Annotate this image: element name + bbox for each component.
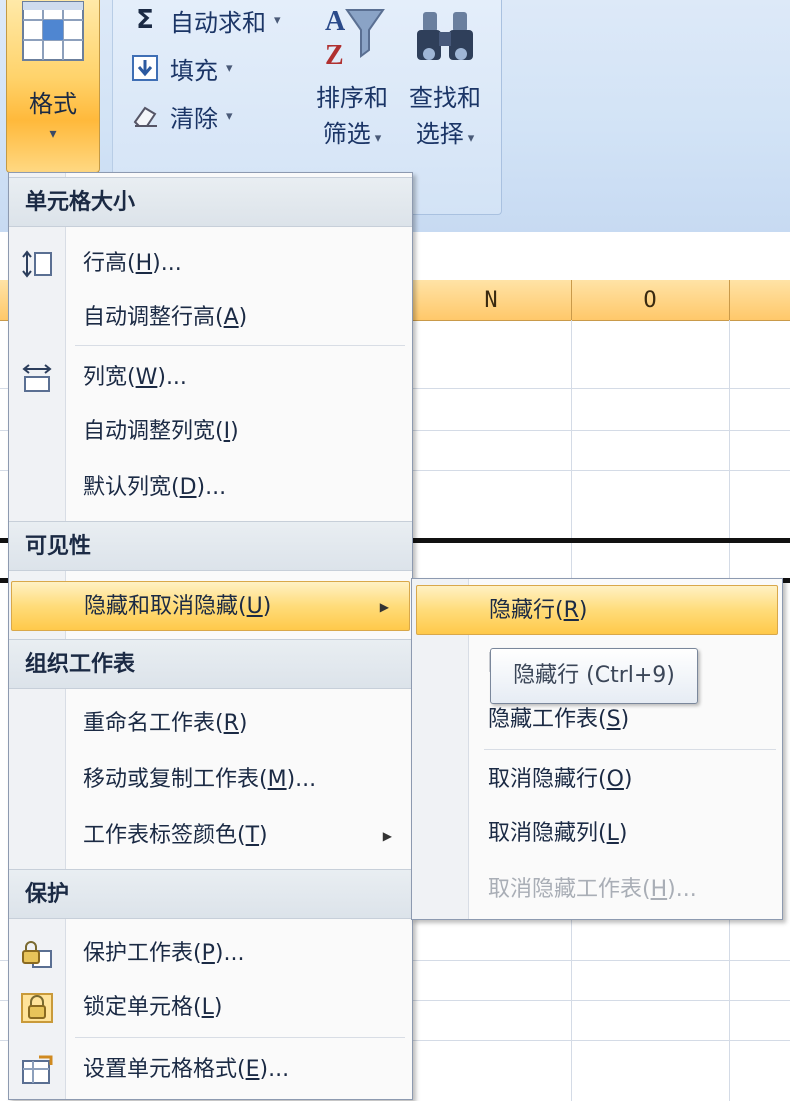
column-width-icon (22, 364, 52, 392)
menu-separator (75, 345, 405, 346)
menu-item-label: 锁定单元格(L) (83, 995, 223, 1020)
menu-item-lock-cell[interactable]: 锁定单元格(L) (9, 983, 412, 1033)
menu-item-label: 重命名工作表(R) (83, 711, 248, 736)
autosum-label: 自动求和 (170, 8, 266, 37)
submenu-item-unhide-sheet: 取消隐藏工作表(H)... (412, 865, 782, 915)
section-cell-size: 单元格大小 (9, 177, 412, 227)
menu-item-label: 保护工作表(P)... (83, 941, 245, 966)
menu-item-label: 行高(H)... (83, 251, 182, 276)
protect-sheet-icon (22, 941, 52, 968)
hide-unhide-submenu: 隐藏行(R) 隐 隐藏工作表(S) 取消隐藏行(O) 取消隐藏列(L) 取消隐藏… (411, 578, 783, 920)
submenu-arrow-icon: ▶ (379, 600, 389, 614)
submenu-arrow-icon: ▶ (382, 829, 392, 843)
menu-item-label: 隐藏行(R) (489, 598, 588, 623)
tooltip: 隐藏行 (Ctrl+9) (490, 648, 698, 704)
column-header-o[interactable]: O (571, 280, 730, 320)
format-cells-icon (22, 1, 84, 61)
lock-icon (21, 993, 53, 1023)
menu-item-label: 列宽(W)... (83, 365, 187, 390)
menu-item-label: 自动调整列宽(I) (83, 419, 239, 444)
menu-item-column-width[interactable]: 列宽(W)... (9, 353, 412, 403)
menu-item-label: 自动调整行高(A) (83, 305, 248, 330)
menu-item-protect-sheet[interactable]: 保护工作表(P)... (9, 929, 412, 979)
chevron-down-icon: ▾ (226, 60, 233, 76)
fill-button[interactable]: 填充 ▾ (130, 50, 233, 86)
eraser-icon (130, 104, 160, 128)
chevron-down-icon: ▾ (274, 12, 281, 28)
sort-filter-line1: 排序和 (316, 84, 388, 112)
menu-item-label: 取消隐藏工作表(H)... (488, 877, 697, 902)
menu-separator (75, 1037, 405, 1038)
chevron-down-icon: ▾ (374, 131, 382, 146)
binoculars-icon (417, 12, 473, 60)
menu-item-row-height[interactable]: 行高(H)... (9, 239, 412, 289)
chevron-down-icon: ▾ (49, 126, 57, 142)
menu-item-autofit-row-height[interactable]: 自动调整行高(A) (9, 293, 412, 343)
menu-item-label: 工作表标签颜色(T) (83, 823, 268, 848)
menu-item-label: 隐藏和取消隐藏(U) (84, 594, 272, 619)
menu-item-label: 取消隐藏行(O) (488, 767, 633, 792)
menu-item-default-width[interactable]: 默认列宽(D)... (9, 463, 412, 513)
find-select-line1: 查找和 (409, 84, 481, 112)
format-button-label: 格式 (29, 90, 77, 118)
menu-item-rename-sheet[interactable]: 重命名工作表(R) (9, 699, 412, 749)
menu-item-move-copy-sheet[interactable]: 移动或复制工作表(M)... (9, 755, 412, 805)
sigma-icon: Σ (136, 5, 154, 35)
menu-item-autofit-column-width[interactable]: 自动调整列宽(I) (9, 407, 412, 457)
sort-filter-icon: A Z (325, 6, 385, 68)
submenu-item-hide-rows[interactable]: 隐藏行(R) (416, 585, 778, 635)
column-header-n[interactable]: N (411, 280, 572, 320)
submenu-item-unhide-rows[interactable]: 取消隐藏行(O) (412, 755, 782, 805)
fill-label: 填充 (170, 56, 218, 85)
section-protection: 保护 (9, 869, 412, 919)
chevron-down-icon: ▾ (467, 131, 475, 146)
sort-filter-line2: 筛选 (322, 120, 371, 148)
section-organize-sheets: 组织工作表 (9, 639, 412, 689)
svg-text:Z: Z (325, 40, 344, 68)
row-height-icon (22, 250, 52, 278)
clear-button[interactable]: 清除 ▾ (130, 98, 233, 134)
find-select-line2: 选择 (415, 120, 464, 148)
section-visibility: 可见性 (9, 521, 412, 571)
find-select-button[interactable]: 查找和 选择 ▾ (402, 4, 488, 157)
format-cells-dialog-icon (22, 1055, 53, 1084)
menu-item-label: 移动或复制工作表(M)... (83, 767, 317, 792)
menu-item-label: 默认列宽(D)... (83, 475, 227, 500)
sort-filter-button[interactable]: A Z 排序和 筛选 ▾ (310, 4, 394, 157)
menu-item-label: 设置单元格格式(E)... (83, 1057, 290, 1082)
menu-item-hide-unhide[interactable]: 隐藏和取消隐藏(U) ▶ (11, 581, 410, 631)
menu-item-tab-color[interactable]: 工作表标签颜色(T) ▶ (9, 811, 412, 861)
fill-down-icon (130, 55, 160, 81)
format-dropdown-menu: 单元格大小 行高(H)... 自动调整行高(A) 列宽(W)... 自动调整列宽… (8, 172, 413, 1100)
submenu-item-unhide-columns[interactable]: 取消隐藏列(L) (412, 809, 782, 859)
chevron-down-icon: ▾ (226, 108, 233, 124)
menu-item-label: 取消隐藏列(L) (488, 821, 628, 846)
clear-label: 清除 (170, 104, 218, 133)
svg-text:A: A (325, 6, 346, 37)
menu-item-format-cells[interactable]: 设置单元格格式(E)... (9, 1045, 412, 1095)
menu-separator (484, 749, 776, 750)
format-button[interactable]: 格式 ▾ (6, 0, 100, 173)
autosum-button[interactable]: Σ 自动求和 ▾ (130, 2, 281, 38)
